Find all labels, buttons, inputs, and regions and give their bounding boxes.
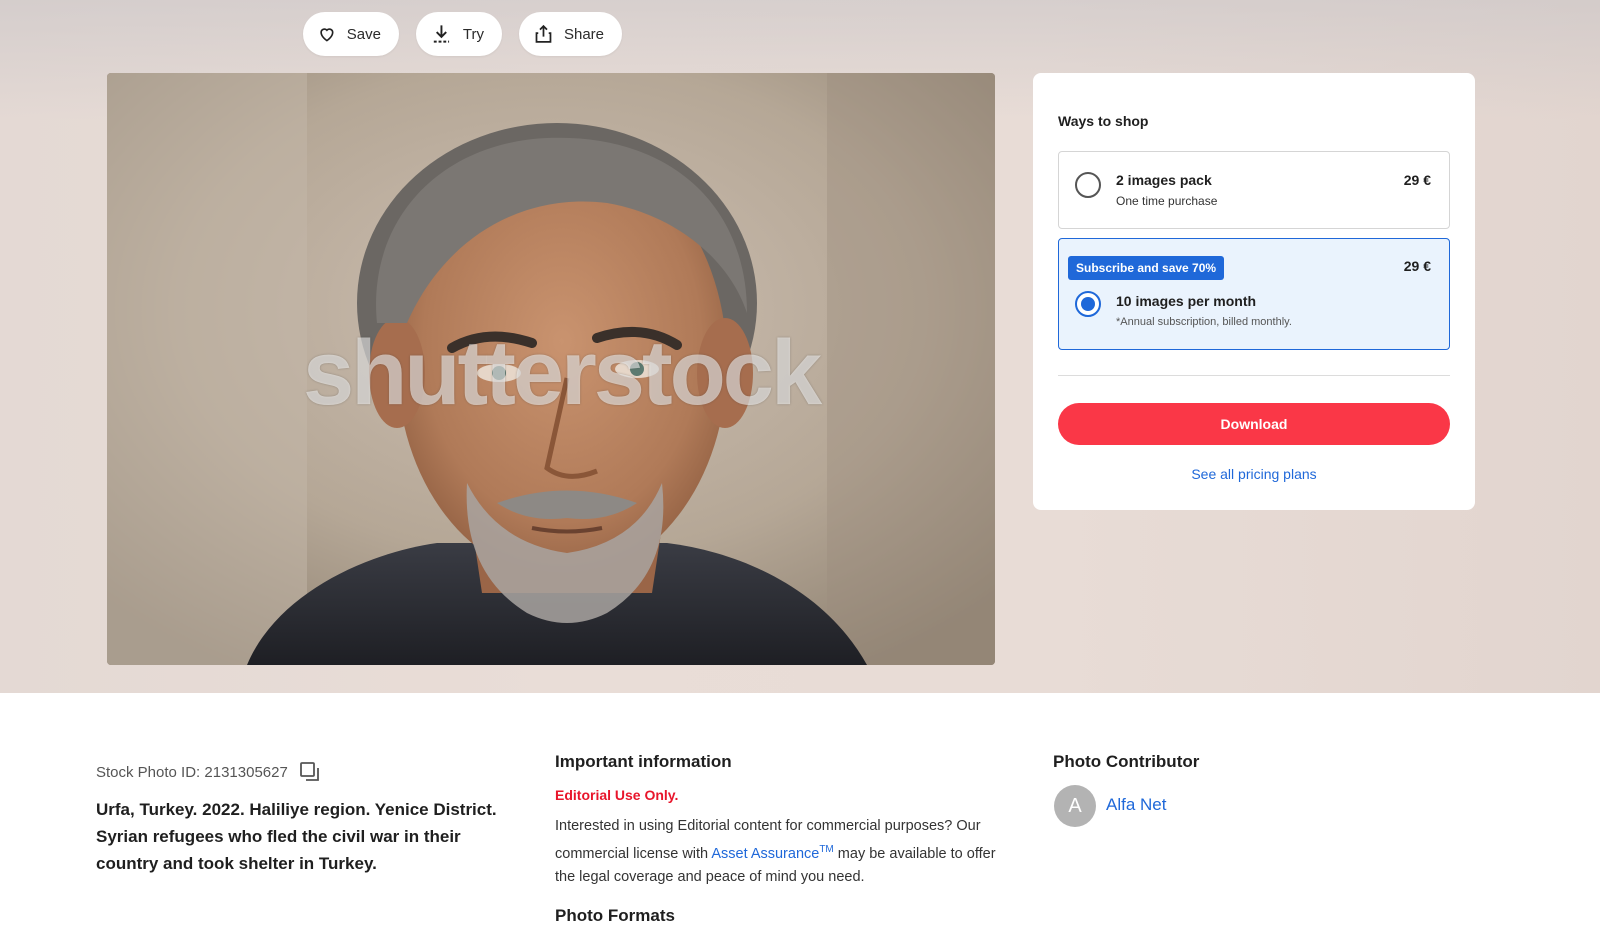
divider [1058,375,1450,376]
download-icon [433,25,450,43]
option-image-pack[interactable]: 2 images pack One time purchase 29 € [1058,151,1450,229]
radio-unselected-icon[interactable] [1075,172,1101,198]
contributor-heading: Photo Contributor [1053,752,1200,771]
download-button[interactable]: Download [1058,403,1450,445]
share-label: Share [563,25,604,43]
savings-badge: Subscribe and save 70% [1068,256,1225,280]
ways-to-shop-card: Ways to shop 2 images pack One time purc… [1033,73,1475,510]
share-icon [535,24,552,43]
hero-section: Save Try Share shutterstock Ways to shop… [0,0,1600,693]
heart-icon [320,28,334,42]
option-subscription[interactable]: Subscribe and save 70% 10 images per mon… [1058,238,1450,350]
try-button[interactable]: Try [416,12,502,56]
important-info-heading: Important information [555,752,732,771]
try-label: Try [462,25,484,43]
card-title: Ways to shop [1058,113,1149,129]
option-price: 29 € [1403,258,1431,274]
stock-id: Stock Photo ID: 2131305627 [96,763,288,781]
details-section: Stock Photo ID: 2131305627 Urfa, Turkey.… [0,693,1600,925]
watermark: shutterstock [303,322,822,424]
option-desc: One time purchase [1116,194,1218,208]
option-price: 29 € [1403,172,1431,188]
license-info: Interested in using Editorial content fo… [555,815,1010,889]
option-name: 2 images pack [1116,172,1212,188]
editorial-notice: Editorial Use Only. [555,787,679,803]
radio-selected-icon[interactable] [1075,291,1101,317]
option-desc: *Annual subscription, billed monthly. [1116,316,1292,328]
stock-id-row: Stock Photo ID: 2131305627 [96,760,322,784]
photo-caption: Urfa, Turkey. 2022. Haliliye region. Yen… [96,800,497,873]
pricing-plans-link[interactable]: See all pricing plans [1058,466,1450,482]
asset-assurance-link[interactable]: Asset Assurance [711,846,819,862]
avatar[interactable]: A [1054,785,1096,827]
save-button[interactable]: Save [303,12,399,56]
copy-icon[interactable] [298,760,322,784]
option-name: 10 images per month [1116,293,1257,309]
share-button[interactable]: Share [519,12,622,56]
contributor-link[interactable]: Alfa Net [1106,795,1166,815]
stock-photo[interactable]: shutterstock [107,73,995,665]
photo-formats-heading: Photo Formats [555,906,675,925]
save-label: Save [346,25,381,43]
trademark: TM [819,844,834,855]
